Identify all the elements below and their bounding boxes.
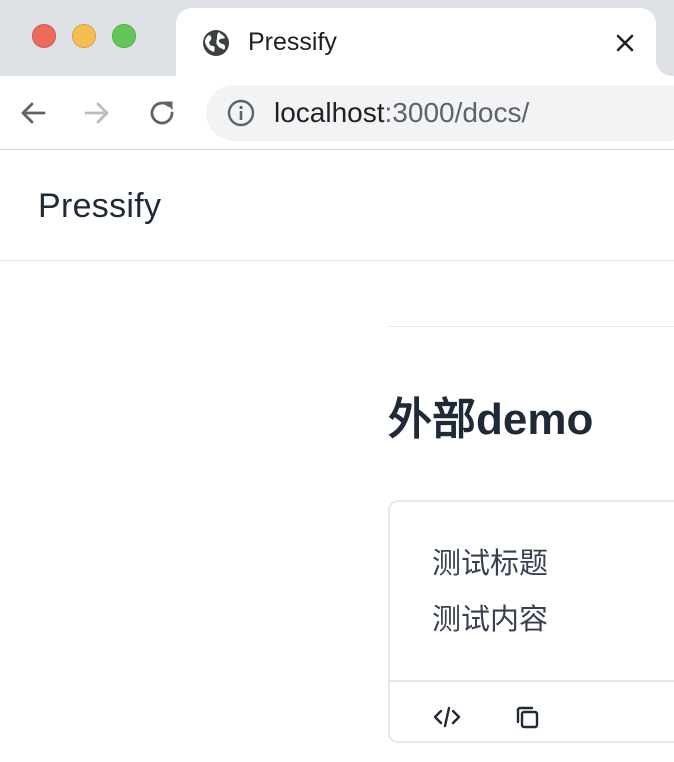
code-icon[interactable]	[432, 702, 462, 732]
content-divider	[388, 326, 674, 327]
window-maximize-button[interactable]	[112, 24, 136, 48]
tab-title: Pressify	[248, 28, 337, 56]
site-brand[interactable]: Pressify	[38, 186, 161, 226]
arrow-right-icon[interactable]	[80, 96, 114, 130]
site-header: Pressify	[0, 150, 674, 261]
page-title: 外部demo	[388, 395, 594, 444]
browser-tabstrip: Pressify	[0, 0, 674, 76]
tab-edge	[656, 52, 674, 76]
browser-toolbar: localhost:3000/docs/	[0, 76, 674, 150]
copy-icon[interactable]	[512, 702, 542, 732]
address-bar[interactable]: localhost:3000/docs/	[206, 85, 674, 141]
url-path: :3000/docs/	[384, 97, 530, 128]
window-minimize-button[interactable]	[72, 24, 96, 48]
url-text: localhost:3000/docs/	[274, 97, 529, 129]
browser-tab[interactable]: Pressify	[176, 8, 656, 76]
window-close-button[interactable]	[32, 24, 56, 48]
arrow-left-icon[interactable]	[16, 96, 50, 130]
reload-icon[interactable]	[145, 96, 179, 130]
url-host: localhost	[274, 97, 385, 128]
info-icon[interactable]	[226, 98, 256, 128]
demo-heading: 测试标题	[432, 548, 549, 580]
tab-close-icon[interactable]	[612, 30, 638, 56]
demo-content: 测试内容	[432, 604, 549, 636]
demo-preview: 测试标题 测试内容	[390, 502, 674, 680]
demo-actions	[390, 680, 674, 743]
demo-block: 测试标题 测试内容	[388, 500, 674, 743]
globe-icon	[200, 27, 232, 59]
